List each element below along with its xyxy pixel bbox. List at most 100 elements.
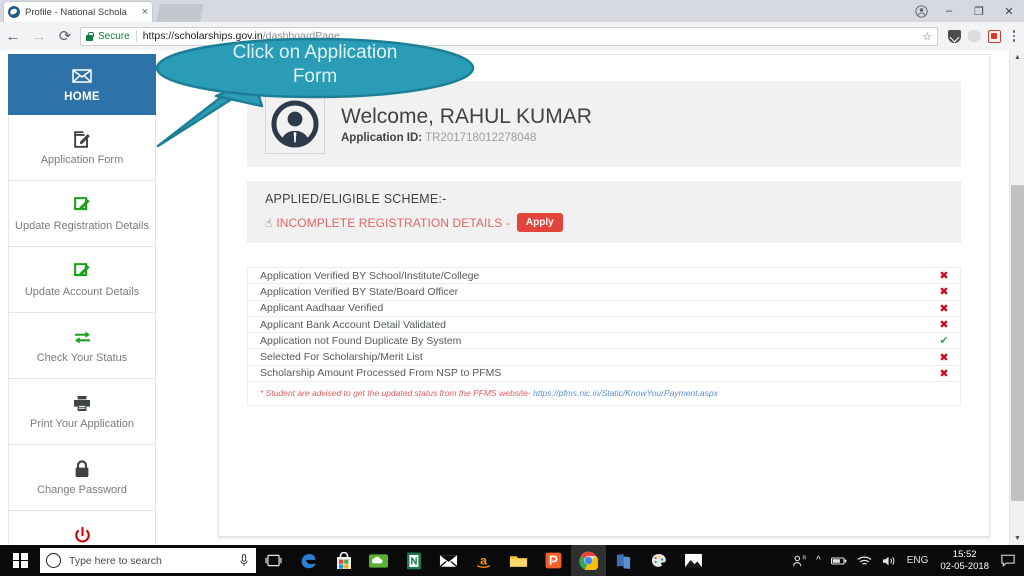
lock-icon: [74, 458, 90, 480]
file-explorer-icon[interactable]: [501, 545, 536, 576]
browser-toolbar: ← → ⟳ Secure https://scholarships.gov.in…: [0, 22, 1024, 51]
svg-text:R: R: [803, 555, 807, 561]
sidebar-item-update-account-details[interactable]: Update Account Details: [8, 247, 156, 313]
browser-tab[interactable]: Profile - National Schola ×: [4, 2, 152, 22]
reload-icon[interactable]: ⟳: [52, 22, 78, 50]
photos-icon[interactable]: [676, 545, 711, 576]
dashboard-page: HOME Application Form Update Registratio…: [0, 50, 1009, 545]
microphone-icon[interactable]: [238, 554, 250, 567]
tab-favicon: [8, 6, 20, 18]
apply-button[interactable]: Apply: [516, 213, 563, 232]
sidebar-item-change-password[interactable]: Change Password: [8, 445, 156, 511]
account-avatar-icon[interactable]: [908, 0, 934, 22]
security-label: Secure: [98, 30, 130, 42]
extension-shield-icon[interactable]: [944, 22, 964, 50]
cross-icon: ✖: [939, 270, 949, 283]
onenote-icon[interactable]: [396, 545, 431, 576]
powerdirector-icon[interactable]: [536, 545, 571, 576]
dashboard-card: Welcome, RAHUL KUMAR Application ID: TR2…: [218, 54, 990, 537]
status-note-text: * Student are advised to get the updated…: [260, 388, 531, 399]
wifi-icon[interactable]: [852, 555, 877, 567]
sidebar-item-label: Update Account Details: [24, 286, 140, 298]
sidebar-item-update-registration-details[interactable]: Update Registration Details: [8, 181, 156, 247]
status-row-label: Application not Found Duplicate By Syste…: [260, 334, 462, 347]
start-button-icon[interactable]: [0, 545, 40, 576]
welcome-text: Welcome, RAHUL KUMAR Application ID: TR2…: [341, 105, 592, 144]
extension-red-icon[interactable]: [984, 22, 1004, 50]
edit-square-icon: [73, 260, 91, 282]
status-row: Applicant Bank Account Detail Validated ✖: [248, 317, 960, 334]
status-table: Application Verified BY School/Institute…: [247, 267, 961, 407]
new-tab-button[interactable]: [156, 4, 204, 22]
screen: Profile - National Schola × – ❐ ✕ ← → ⟳ …: [0, 0, 1024, 576]
language-indicator[interactable]: ENG: [902, 555, 934, 566]
forward-icon[interactable]: →: [26, 22, 52, 50]
status-rows: Application Verified BY School/Institute…: [248, 268, 960, 383]
paint-icon[interactable]: [641, 545, 676, 576]
chrome-menu-icon[interactable]: [1004, 22, 1024, 50]
pfms-link[interactable]: https://pfms.nic.in/Static/KnowYourPayme…: [533, 388, 718, 398]
taskbar-search-input[interactable]: Type here to search: [40, 548, 256, 573]
people-icon[interactable]: R: [787, 554, 811, 568]
show-hidden-icons-chevron-icon[interactable]: ^: [811, 555, 826, 566]
scroll-down-arrow-icon[interactable]: ▼: [1010, 531, 1024, 545]
sidebar-item-label: Application Form: [40, 154, 124, 166]
page-title: Welcome, RAHUL KUMAR: [341, 104, 592, 128]
amazon-icon[interactable]: a: [466, 545, 501, 576]
incomplete-registration-link[interactable]: INCOMPLETE REGISTRATION DETAILS -: [276, 216, 510, 230]
close-window-button[interactable]: ✕: [994, 0, 1024, 22]
task-view-icon[interactable]: [256, 545, 291, 576]
scheme-row: ☝ INCOMPLETE REGISTRATION DETAILS - Appl…: [265, 213, 961, 232]
scrollbar-thumb[interactable]: [1011, 185, 1024, 501]
sidebar-item-label: Update Registration Details: [15, 220, 149, 232]
welcome-panel: Welcome, RAHUL KUMAR Application ID: TR2…: [247, 81, 961, 167]
sidebar-item-logout[interactable]: Logout: [8, 511, 156, 545]
address-bar[interactable]: Secure https://scholarships.gov.in/dashb…: [80, 26, 938, 46]
mail-icon[interactable]: [431, 545, 466, 576]
sidebar-item-check-your-status[interactable]: Check Your Status: [8, 313, 156, 379]
sidebar-item-label: HOME: [64, 91, 100, 103]
extension-hexagon-icon[interactable]: [964, 22, 984, 50]
status-row: Applicant Aadhaar Verified ✖: [248, 301, 960, 317]
status-row: Application Verified BY State/Board Offi…: [248, 284, 960, 301]
bookmark-star-icon[interactable]: ☆: [922, 30, 932, 43]
tab-title: Profile - National Schola: [25, 6, 127, 18]
sidebar-nav: HOME Application Form Update Registratio…: [8, 54, 156, 545]
maximize-button[interactable]: ❐: [964, 0, 994, 22]
status-row-label: Selected For Scholarship/Merit List: [260, 351, 423, 364]
sidebar-item-application-form[interactable]: Application Form: [8, 115, 156, 181]
cross-icon: ✖: [939, 351, 949, 364]
sidebar-item-print-your-application[interactable]: Print Your Application: [8, 379, 156, 445]
book-icon[interactable]: [606, 545, 641, 576]
action-center-icon[interactable]: [996, 554, 1020, 567]
edge-icon[interactable]: [291, 545, 326, 576]
back-icon[interactable]: ←: [0, 22, 26, 50]
envelope-icon: [72, 65, 92, 87]
cloud-icon[interactable]: [361, 545, 396, 576]
scroll-up-arrow-icon[interactable]: ▲: [1010, 50, 1024, 64]
scheme-title: APPLIED/ELIGIBLE SCHEME:-: [265, 192, 447, 206]
omnibox-separator: [135, 30, 137, 42]
application-id-value: TR201718012278048: [425, 131, 537, 144]
minimize-button[interactable]: –: [934, 0, 964, 22]
status-row: Scholarship Amount Processed From NSP to…: [248, 366, 960, 383]
page-scrollbar[interactable]: ▲ ▼: [1009, 50, 1024, 545]
status-row-label: Application Verified BY State/Board Offi…: [260, 285, 459, 298]
edit-square-icon: [73, 128, 91, 150]
page-viewport: HOME Application Form Update Registratio…: [0, 50, 1024, 545]
cross-icon: ✖: [939, 319, 949, 332]
volume-icon[interactable]: [877, 555, 902, 567]
clock-time: 15:52: [952, 548, 977, 560]
store-icon[interactable]: [326, 545, 361, 576]
tab-strip: Profile - National Schola ×: [0, 0, 1024, 22]
sidebar-item-home[interactable]: HOME: [8, 54, 156, 115]
pointing-hand-icon: ☝: [265, 215, 273, 230]
battery-icon[interactable]: [826, 556, 852, 566]
url-path: /dashboardPage: [262, 30, 340, 42]
taskbar-clock[interactable]: 15:52 02-05-2018: [933, 549, 996, 573]
window-controls: – ❐ ✕: [908, 0, 1024, 22]
chrome-icon[interactable]: [571, 545, 606, 576]
title-bar: Profile - National Schola × – ❐ ✕: [0, 0, 1024, 22]
tab-close-icon[interactable]: ×: [142, 6, 148, 18]
application-id: Application ID: TR201718012278048: [341, 132, 592, 144]
